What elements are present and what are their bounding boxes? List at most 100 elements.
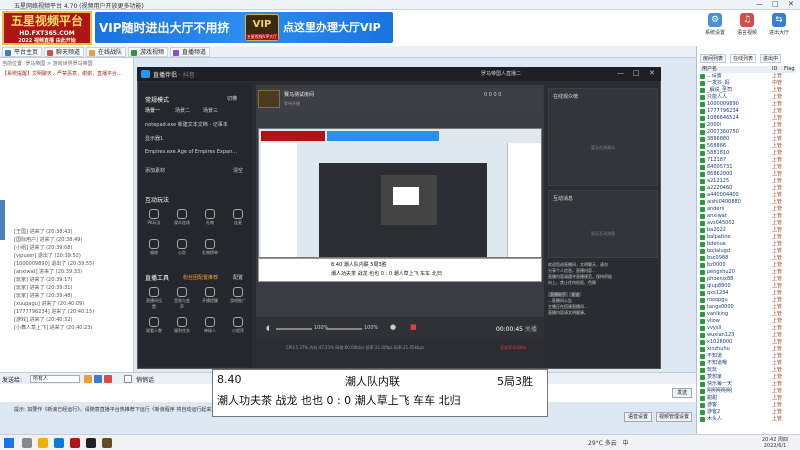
user-row[interactable]: vvysll 上管	[700, 325, 796, 332]
tools-config[interactable]: 配置	[233, 274, 243, 281]
scene-tab-3[interactable]: 场景三	[203, 107, 218, 114]
source-item[interactable]: 显示器1	[145, 135, 163, 142]
source-item[interactable]: Empires.exe Age of Empires Expan...	[145, 149, 237, 155]
tab-home[interactable]: 平台主页	[2, 47, 43, 57]
user-row[interactable]: rooopgu 上管	[700, 297, 796, 304]
user-row[interactable]: 84005731 上管	[700, 164, 796, 171]
user-row[interactable]: ba2022 上管	[700, 227, 796, 234]
user-row[interactable]: a440004400 上管	[700, 192, 796, 199]
live-companion-app-icon[interactable]	[86, 438, 96, 448]
side-collapse-handle[interactable]	[0, 200, 5, 240]
user-row[interactable]: bojlalugd 上管	[700, 248, 796, 255]
voice-settings-button[interactable]: 语音设置	[624, 412, 652, 422]
video-settings-button[interactable]: 视频管理设置	[656, 412, 692, 422]
tab-game-video[interactable]: 游戏视频	[128, 47, 169, 57]
scene-tab-2[interactable]: 场景二	[175, 107, 190, 114]
user-row[interactable]: 2007360750 上管	[700, 129, 796, 136]
user-row[interactable]: 1086646524 上管	[700, 115, 796, 122]
tab-chat[interactable]: 聊天频道	[44, 47, 85, 57]
user-row[interactable]: 游客 上管	[700, 402, 796, 409]
user-row[interactable]: anxiwat 上管	[700, 213, 796, 220]
site-logo[interactable]: 五星视频平台 HD.FXT365.COM 2022 视频直播 由此开始	[2, 11, 92, 45]
user-row[interactable]: x1028000 上管	[700, 339, 796, 346]
send-target-select[interactable]: 所有人	[30, 375, 80, 383]
tab-team[interactable]: 在线战队	[86, 47, 127, 57]
pk-button[interactable]: PK玩法	[145, 209, 163, 226]
mystery-button[interactable]: 神秘人	[201, 317, 219, 334]
search-icon[interactable]	[22, 438, 32, 448]
add-source-button[interactable]: 添加素材	[145, 167, 165, 174]
start-icon[interactable]	[4, 438, 14, 448]
game-promo-button[interactable]: 游戏推广	[229, 287, 247, 304]
audience-link-button[interactable]: 观众连线	[173, 209, 191, 226]
clear-sources-button[interactable]: 清空	[233, 167, 243, 174]
maximize-button[interactable]: □	[772, 0, 779, 8]
whisper-checkbox[interactable]	[124, 375, 132, 383]
gift-button[interactable]: 礼物	[201, 209, 219, 226]
user-row[interactable]: xinzhuhu 上管	[700, 346, 796, 353]
source-item[interactable]: notepad.exe 新建文本文档 - 记事本	[145, 121, 228, 128]
tools-sub[interactable]: 粉丝团配置推荐	[183, 274, 218, 281]
task-button[interactable]: 福利任务	[173, 317, 191, 334]
user-row[interactable]: bz0000 上管	[700, 262, 796, 269]
user-row[interactable]: 梦想家 上管	[700, 374, 796, 381]
user-row[interactable]: _解说_圣司 上管	[700, 87, 796, 94]
mic-link-button[interactable]: 连麦	[229, 209, 247, 226]
speaker-icon[interactable]: ◖	[266, 324, 270, 332]
user-row[interactable]: 甜甜 上管	[700, 395, 796, 402]
viewers-button[interactable]: 观看人数	[145, 317, 163, 334]
gift-rank-button[interactable]: 礼物榜单	[201, 239, 219, 256]
user-row[interactable]: 只能人人 上管	[700, 94, 796, 101]
user-row[interactable]: 玩玩 上管	[700, 367, 796, 374]
user-row[interactable]: 2000i 上管	[700, 122, 796, 129]
live-reminder-button[interactable]: 开播提醒	[201, 287, 219, 304]
user-row[interactable]: 木头人 上管	[700, 416, 796, 423]
user-row[interactable]: 1777796234 上管	[700, 108, 796, 115]
user-name[interactable]: 罗马帝国人直播二	[481, 70, 521, 77]
mic-slider[interactable]	[326, 328, 362, 330]
folder-icon[interactable]	[38, 438, 48, 448]
mode-toggle[interactable]: 切横	[227, 95, 237, 102]
user-row[interactable]: 3886880 上管	[700, 136, 796, 143]
user-row[interactable]: 86862000 上管	[700, 171, 796, 178]
user-row[interactable]: bsc0988 上管	[700, 255, 796, 262]
user-row[interactable]: 快乐每一天 上管	[700, 381, 796, 388]
user-row[interactable]: qxs1234 上管	[700, 290, 796, 297]
user-row[interactable]: anders 上管	[700, 206, 796, 213]
weather-text[interactable]: 29°C 多云	[588, 440, 617, 447]
live-min-button[interactable]: —	[617, 69, 624, 77]
game-app-icon[interactable]	[102, 438, 112, 448]
volume-slider[interactable]	[276, 328, 312, 330]
chat-send-button[interactable]: 发送	[569, 292, 582, 297]
emoji-icon[interactable]	[84, 375, 92, 383]
scene-tab-1[interactable]: 场景一	[145, 107, 160, 114]
user-row[interactable]: balpatine 上管	[700, 234, 796, 241]
color-icon[interactable]	[104, 375, 112, 383]
user-row[interactable]: bdenue 上管	[700, 241, 796, 248]
user-row[interactable]: 明明明明明 上管	[700, 388, 796, 395]
user-row[interactable]: avs045002 上管	[700, 220, 796, 227]
user-row[interactable]: aishi0400880 上管	[700, 199, 796, 206]
system-settings-button[interactable]: ⚙ 系统设置	[702, 13, 728, 36]
user-row[interactable]: wuxian123 上管	[700, 332, 796, 339]
voice-video-button[interactable]: ♫ 语言视频	[734, 13, 760, 36]
user-row[interactable]: qiup8800 上管	[700, 283, 796, 290]
live-max-button[interactable]: □	[633, 69, 640, 77]
user-row[interactable]: tangs0000 上管	[700, 304, 796, 311]
user-row[interactable]: 不知道 上管	[700, 353, 796, 360]
user-row[interactable]: phoenix88 上管	[700, 276, 796, 283]
user-row[interactable]: pengshu20 上管	[700, 269, 796, 276]
tab-live[interactable]: 直播频道	[170, 47, 211, 57]
voice-effect-button[interactable]: 音效与变声	[173, 287, 191, 310]
user-row[interactable]: 游客2 上管	[700, 409, 796, 416]
user-row[interactable]: 568886 上管	[700, 143, 796, 150]
user-row[interactable]: a212125 上管	[700, 178, 796, 185]
tab-room-list[interactable]: 房间列表	[700, 54, 727, 63]
record-icon[interactable]: ■	[410, 323, 417, 331]
platform-app-icon[interactable]	[70, 438, 80, 448]
lucky-bag-button[interactable]: 福袋	[145, 239, 163, 256]
stop-live-button[interactable]: 关播	[525, 326, 537, 333]
room-settings-button[interactable]: 直播间设置	[145, 287, 163, 310]
user-row[interactable]: 不知道哦 上管	[700, 360, 796, 367]
ime-indicator[interactable]: 中	[622, 440, 628, 447]
